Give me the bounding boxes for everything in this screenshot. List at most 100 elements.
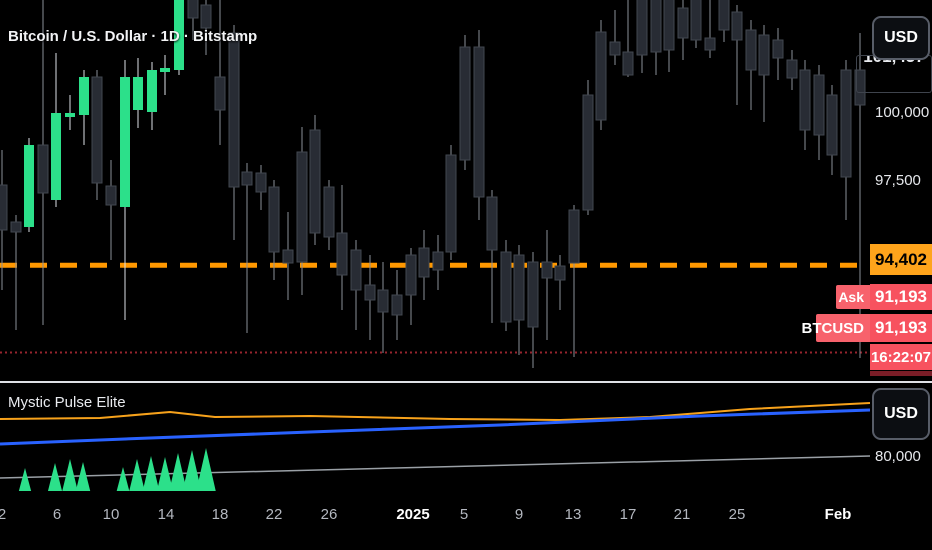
candle[interactable] <box>690 0 702 48</box>
candle[interactable] <box>595 20 607 130</box>
candle-body <box>527 261 539 328</box>
candle[interactable] <box>799 60 811 150</box>
candle[interactable] <box>527 252 539 368</box>
candle[interactable] <box>364 255 376 340</box>
candle-body <box>445 154 457 253</box>
candle[interactable] <box>622 0 634 77</box>
currency-button-label: USD <box>884 405 918 422</box>
candle[interactable] <box>24 138 34 232</box>
candle-body <box>541 261 553 279</box>
candle[interactable] <box>731 5 743 105</box>
candle[interactable] <box>473 30 485 220</box>
candle[interactable] <box>650 0 662 75</box>
candle[interactable] <box>486 190 498 323</box>
candle-body <box>663 0 675 51</box>
candle-body <box>554 265 566 281</box>
currency-button-label: USD <box>884 29 918 46</box>
candle[interactable] <box>91 70 103 200</box>
candle[interactable] <box>0 150 8 290</box>
candle[interactable] <box>513 245 525 355</box>
candle[interactable] <box>147 62 157 130</box>
candle[interactable] <box>500 240 512 331</box>
chart-window: Bitcoin / U.S. Dollar · 1D · Bitstamp My… <box>0 0 932 550</box>
time-axis-label: 26 <box>320 506 338 523</box>
candle-body <box>636 0 648 56</box>
candle[interactable] <box>105 160 117 260</box>
indicator-title[interactable]: Mystic Pulse Elite <box>8 394 126 411</box>
candle[interactable] <box>405 248 417 325</box>
candle[interactable] <box>37 0 49 325</box>
candle-body <box>255 172 267 193</box>
candle-body <box>826 94 838 156</box>
symbol-title[interactable]: Bitcoin / U.S. Dollar · 1D · Bitstamp <box>8 28 257 45</box>
candle[interactable] <box>772 28 784 80</box>
candle[interactable] <box>336 185 348 310</box>
candle[interactable] <box>459 35 471 170</box>
candle[interactable] <box>79 70 89 145</box>
time-axis-label: 2 <box>0 506 7 523</box>
price-scale[interactable]: 101,457 USD 100,000 97,500 94,402 Ask 91… <box>802 0 932 550</box>
candle[interactable] <box>228 25 240 240</box>
bullish-signal-triangle <box>62 459 78 491</box>
time-axis-label: 5 <box>459 506 469 523</box>
currency-button-indicator[interactable]: USD <box>872 388 930 440</box>
candle[interactable] <box>582 80 594 215</box>
candle[interactable] <box>840 60 852 220</box>
candle[interactable] <box>51 53 61 207</box>
bar-countdown: 16:22:07 <box>870 344 932 370</box>
candle-body <box>120 77 130 207</box>
candle[interactable] <box>10 215 22 330</box>
candle-body <box>79 77 89 115</box>
time-axis-label: 10 <box>102 506 120 523</box>
candle[interactable] <box>323 180 335 250</box>
candle[interactable] <box>758 25 770 122</box>
candle[interactable] <box>445 145 457 260</box>
candle[interactable] <box>745 20 757 110</box>
candle-body <box>840 69 852 178</box>
candle[interactable] <box>391 270 403 340</box>
candle[interactable] <box>786 50 798 90</box>
candle-body <box>296 151 308 263</box>
candle[interactable] <box>677 0 689 60</box>
price-label-shadow <box>870 371 932 376</box>
candle[interactable] <box>718 0 730 42</box>
candle[interactable] <box>350 240 362 330</box>
candle[interactable] <box>160 55 170 95</box>
candle[interactable] <box>255 165 267 210</box>
candle[interactable] <box>120 60 130 320</box>
candle[interactable] <box>541 230 553 340</box>
candle-body <box>609 41 621 56</box>
main-price-pane[interactable] <box>0 0 870 381</box>
time-axis-label: 25 <box>728 506 746 523</box>
candle-body <box>500 251 512 323</box>
candle[interactable] <box>704 0 716 58</box>
candle-body <box>418 247 430 278</box>
time-scale[interactable]: 2 6 10 14 18 22 26 2025 5 9 13 17 21 25 Feb <box>0 497 932 550</box>
candle[interactable] <box>214 0 226 145</box>
candle[interactable] <box>568 205 580 357</box>
candle[interactable] <box>609 10 621 65</box>
candle-body <box>200 4 212 29</box>
candle-body <box>160 68 170 72</box>
candle[interactable] <box>432 235 444 290</box>
candle[interactable] <box>826 85 838 175</box>
candle[interactable] <box>282 212 294 300</box>
candle[interactable] <box>309 115 321 245</box>
candle[interactable] <box>663 0 675 72</box>
candle[interactable] <box>377 262 389 353</box>
indicator-pane[interactable] <box>0 383 870 497</box>
candle[interactable] <box>296 127 308 295</box>
candle-body <box>622 51 634 76</box>
candle[interactable] <box>636 0 648 73</box>
candle-body <box>677 7 689 39</box>
candle-body <box>690 0 702 41</box>
pane-divider[interactable] <box>0 381 932 383</box>
candle[interactable] <box>813 65 825 160</box>
candle-body <box>799 69 811 131</box>
candle[interactable] <box>418 230 430 300</box>
candle[interactable] <box>65 95 75 130</box>
candle-body <box>91 76 103 184</box>
currency-button-main[interactable]: USD <box>872 16 930 60</box>
candle[interactable] <box>241 163 253 333</box>
candle[interactable] <box>133 58 143 128</box>
